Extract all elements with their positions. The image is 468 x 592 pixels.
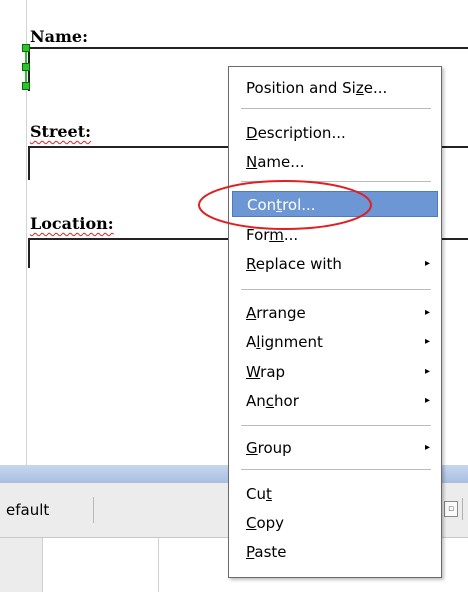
menu-item[interactable]: Group ▸ — [232, 435, 438, 461]
selection-handle[interactable] — [22, 63, 30, 71]
context-menu: Position and Size... Description... Name..… — [228, 66, 442, 578]
menu-item[interactable]: Description... — [232, 120, 438, 146]
menu-item[interactable]: Paste — [232, 539, 438, 565]
page-icon[interactable]: ▫ — [444, 501, 458, 517]
selection-handle[interactable] — [22, 82, 30, 90]
panel-column — [0, 538, 43, 592]
submenu-arrow-icon: ▸ — [424, 307, 430, 318]
menu-item[interactable]: Cut — [232, 481, 438, 507]
menu-item[interactable]: Alignment ▸ — [232, 329, 438, 355]
location-label[interactable]: Location: — [30, 214, 114, 234]
name-label[interactable]: Name: — [30, 27, 88, 47]
menu-item[interactable]: Control... — [232, 191, 438, 217]
menu-item[interactable]: Wrap ▸ — [232, 359, 438, 385]
submenu-arrow-icon: ▸ — [424, 442, 430, 453]
menu-separator — [241, 181, 431, 182]
menu-item[interactable]: Anchor ▸ — [232, 388, 438, 414]
menu-separator — [241, 108, 431, 109]
menu-item[interactable]: Name... — [232, 149, 438, 175]
paragraph-style-field[interactable]: efault — [0, 497, 94, 523]
menu-item[interactable]: Form... — [232, 222, 438, 248]
menu-item[interactable]: Replace with ▸ — [232, 251, 438, 277]
menu-item[interactable]: Arrange ▸ — [232, 300, 438, 326]
submenu-arrow-icon: ▸ — [424, 395, 430, 406]
menu-item[interactable]: Copy — [232, 510, 438, 536]
submenu-arrow-icon: ▸ — [424, 366, 430, 377]
selection-handle[interactable] — [22, 44, 30, 52]
menu-separator — [241, 289, 431, 290]
menu-separator — [241, 469, 431, 470]
panel-divider — [158, 538, 159, 592]
street-label[interactable]: Street: — [30, 122, 91, 142]
menu-separator — [241, 425, 431, 426]
toolbar-separator — [462, 498, 463, 520]
submenu-arrow-icon: ▸ — [424, 336, 430, 347]
menu-item[interactable]: Position and Size... — [232, 75, 438, 101]
submenu-arrow-icon: ▸ — [424, 258, 430, 269]
